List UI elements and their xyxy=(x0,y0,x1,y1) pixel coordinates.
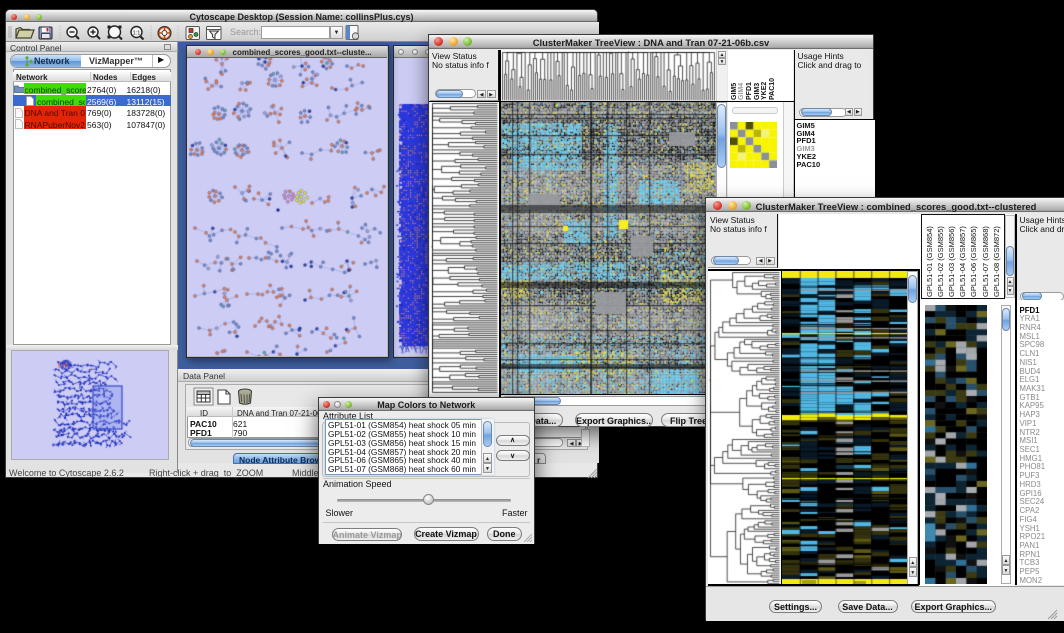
svg-text:1:1: 1:1 xyxy=(133,31,141,37)
